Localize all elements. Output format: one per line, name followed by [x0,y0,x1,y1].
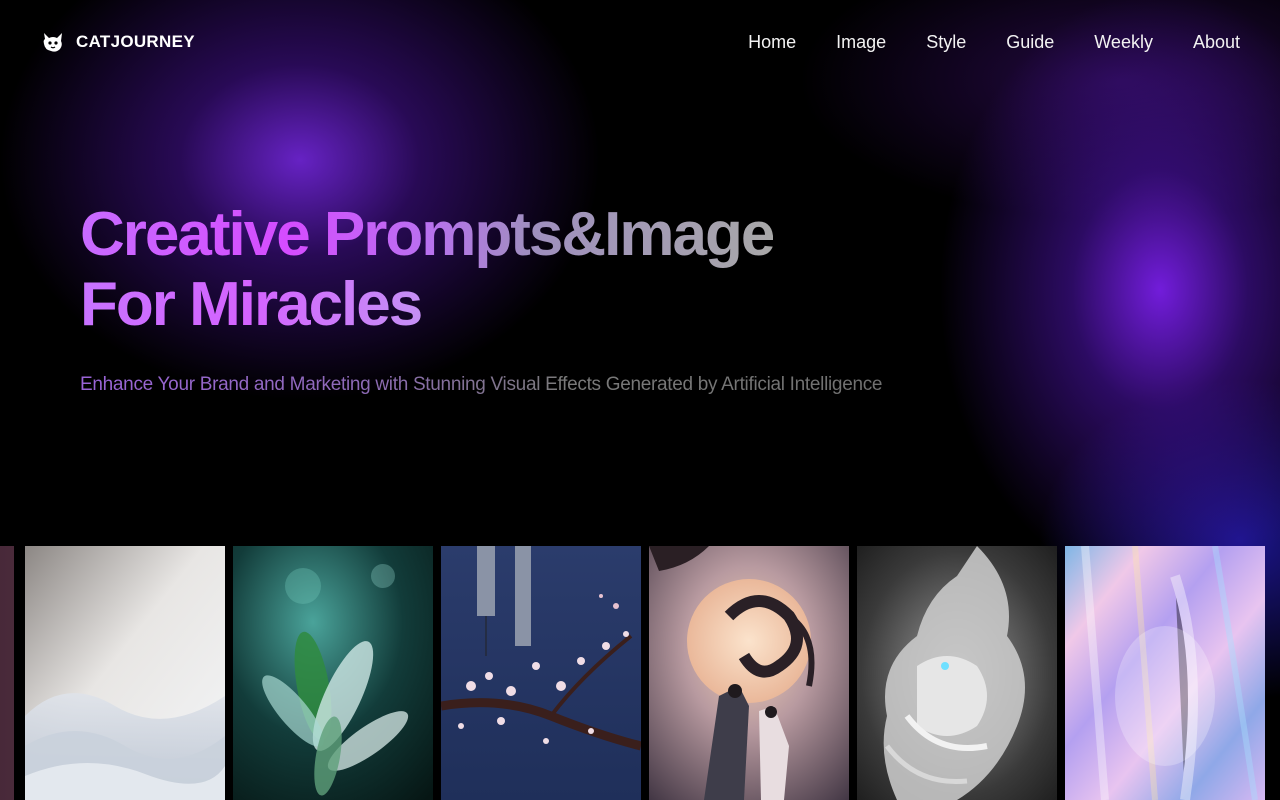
nav-home[interactable]: Home [748,32,796,53]
nav-image[interactable]: Image [836,32,886,53]
page: CATJOURNEY Home Image Style Guide Weekly… [0,0,1280,800]
gallery-item-crystal-plant[interactable] [233,546,433,800]
gallery-item-iridescent[interactable] [1065,546,1265,800]
hero-title-line1: Creative Prompts&Image [80,200,775,269]
brand-logo[interactable]: CATJOURNEY [40,29,195,55]
cat-logo-icon [40,29,66,55]
nav-about[interactable]: About [1193,32,1240,53]
gallery-item-white-waves[interactable] [25,546,225,800]
brand-name: CATJOURNEY [76,32,195,51]
nav-style[interactable]: Style [926,32,966,53]
hero-title: Creative Prompts&Image For Miracles [80,200,1080,340]
gallery-item-moon-dragon[interactable] [649,546,849,800]
hero-section: Creative Prompts&Image For Miracles Enha… [80,200,1080,396]
gallery-item-white-dragon[interactable] [857,546,1057,800]
image-gallery [0,546,1280,800]
gallery-item-partial[interactable] [0,546,14,800]
hero-subtitle: Enhance Your Brand and Marketing with St… [80,374,883,395]
hero-title-line2: For Miracles [80,270,423,339]
nav-weekly[interactable]: Weekly [1094,32,1153,53]
site-header: CATJOURNEY Home Image Style Guide Weekly… [0,0,1280,84]
nav-guide[interactable]: Guide [1006,32,1054,53]
gallery-item-cherry-blossom[interactable] [441,546,641,800]
main-nav: Home Image Style Guide Weekly About [748,32,1240,53]
